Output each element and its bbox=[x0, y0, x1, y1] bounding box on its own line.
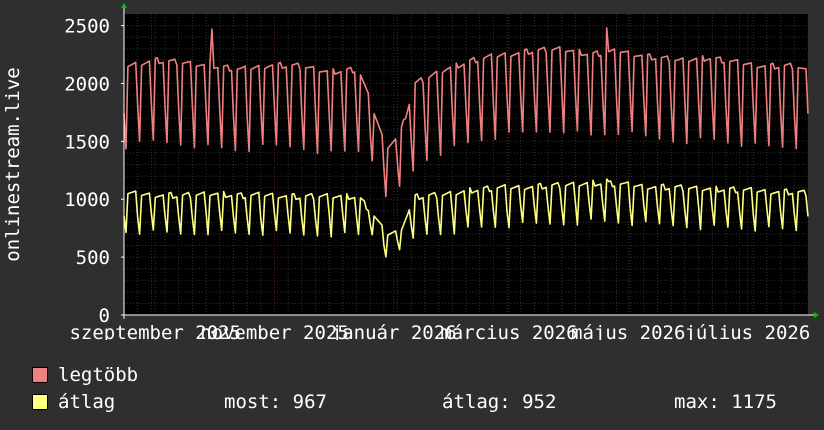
stat-maximum: max: 1175 bbox=[674, 391, 777, 413]
y-axis-label: onlinestream.live bbox=[2, 67, 24, 261]
x-axis-arrow bbox=[814, 312, 819, 318]
y-tick-label: 500 bbox=[76, 247, 110, 269]
legend-row-avg: átlag most: 967 átlag: 952 max: 1175 bbox=[32, 389, 812, 416]
y-tick-label: 1500 bbox=[64, 131, 110, 153]
legend-label-avg: átlag bbox=[58, 391, 116, 413]
y-axis-arrow bbox=[121, 3, 127, 8]
y-tick-label: 2000 bbox=[64, 73, 110, 95]
stat-average: átlag: 952 bbox=[442, 391, 557, 413]
legend: legtöbb átlag most: 967 átlag: 952 max: … bbox=[32, 362, 812, 416]
x-tick-label: május 2026 bbox=[571, 322, 685, 340]
y-tick-label: 1000 bbox=[64, 189, 110, 211]
legend-swatch-max bbox=[32, 367, 48, 383]
x-tick-label: július 2026 bbox=[684, 322, 810, 340]
x-tick-label: november 2025 bbox=[200, 322, 349, 340]
stat-current: most: 967 bbox=[224, 391, 327, 413]
y-tick-label: 2500 bbox=[64, 16, 110, 38]
x-tick-label: január 2026 bbox=[331, 322, 457, 340]
legend-swatch-avg bbox=[32, 394, 48, 410]
legend-row-max: legtöbb bbox=[32, 362, 812, 389]
traffic-chart: 05001000150020002500szeptember 2025novem… bbox=[2, 3, 819, 340]
x-tick-label: március 2026 bbox=[440, 322, 577, 340]
legend-label-max: legtöbb bbox=[58, 364, 139, 386]
